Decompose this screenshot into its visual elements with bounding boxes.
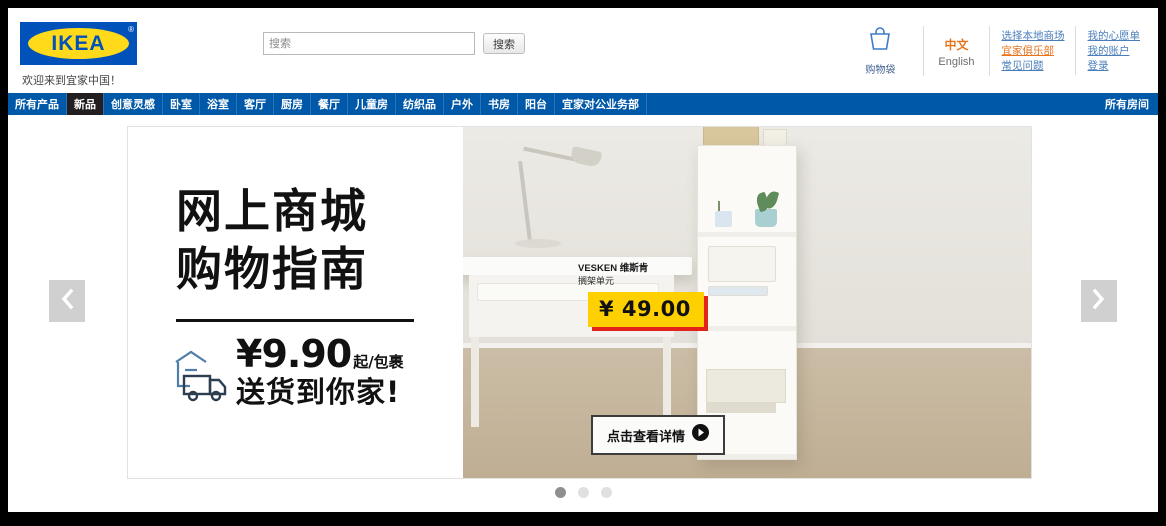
nav-item-inspiration[interactable]: 创意灵感 bbox=[104, 93, 163, 115]
hero-price-suffix: 起/包裹 bbox=[353, 353, 404, 371]
photo-magazine bbox=[708, 286, 768, 296]
site-header: IKEA ® 欢迎来到宜家中国！ 搜索 购物袋 中文 English bbox=[8, 8, 1158, 93]
shopping-bag-button[interactable]: 购物袋 bbox=[843, 26, 923, 76]
hero-price-block: ¥9.90 起/包裹 送货到你家! bbox=[236, 334, 404, 410]
nav-item-dining[interactable]: 餐厅 bbox=[311, 93, 348, 115]
hero-price-line: ¥9.90 起/包裹 bbox=[236, 334, 404, 374]
carousel-pagination bbox=[8, 487, 1158, 498]
photo-books-lower bbox=[706, 403, 776, 413]
nav-item-new[interactable]: 新品 bbox=[67, 93, 104, 115]
hero-divider bbox=[176, 319, 414, 322]
chevron-right-icon bbox=[1091, 288, 1107, 315]
link-faq[interactable]: 常见问题 bbox=[1002, 59, 1065, 74]
shopping-bag-label: 购物袋 bbox=[865, 65, 896, 76]
nav-item-bathroom[interactable]: 浴室 bbox=[200, 93, 237, 115]
carousel-dot-3[interactable] bbox=[600, 487, 612, 498]
language-english[interactable]: English bbox=[938, 54, 974, 70]
chevron-left-icon bbox=[59, 288, 75, 315]
play-arrow-icon bbox=[692, 424, 710, 446]
main-navigation: 所有产品 新品 创意灵感 卧室 浴室 客厅 厨房 餐厅 儿童房 纺织品 户外 书… bbox=[8, 93, 1158, 115]
photo-cup bbox=[715, 211, 732, 227]
logo-oval: IKEA bbox=[28, 28, 129, 59]
header-links-account: 我的心愿单 我的账户 登录 bbox=[1076, 26, 1151, 75]
shopping-bag-icon bbox=[866, 26, 894, 57]
search-button[interactable]: 搜索 bbox=[483, 33, 525, 54]
welcome-text: 欢迎来到宜家中国！ bbox=[22, 75, 121, 87]
product-label: VESKEN 维斯肯 搁架单元 bbox=[578, 262, 648, 288]
hero-shipping-info: ¥9.90 起/包裹 送货到你家! bbox=[170, 334, 404, 410]
photo-storage-box-1 bbox=[708, 246, 776, 282]
link-select-local-store[interactable]: 选择本地商场 bbox=[1002, 29, 1065, 44]
view-details-button[interactable]: 点击查看详情 bbox=[591, 415, 726, 455]
photo-lamp-base bbox=[515, 239, 561, 248]
language-switcher[interactable]: 中文 English bbox=[923, 26, 990, 76]
nav-item-kitchen[interactable]: 厨房 bbox=[274, 93, 311, 115]
hero-slide[interactable]: 网上商城 购物指南 ¥9.90 起/包裹 送货到你家! VESKEN 维斯肯 搁… bbox=[127, 126, 1032, 479]
hero-price-amount: ¥9.90 bbox=[236, 332, 352, 376]
photo-shelf-divider-2 bbox=[698, 326, 796, 331]
link-login[interactable]: 登录 bbox=[1088, 59, 1141, 74]
nav-item-business[interactable]: 宜家对公业务部 bbox=[555, 93, 647, 115]
nav-item-all-products[interactable]: 所有产品 bbox=[8, 93, 67, 115]
hero-product-photo: VESKEN 维斯肯 搁架单元 ¥ 49.00 点击查看详情 bbox=[463, 127, 1031, 478]
header-links-store: 选择本地商场 宜家俱乐部 常见问题 bbox=[990, 26, 1076, 75]
photo-plant-pot bbox=[755, 209, 777, 227]
nav-item-bedroom[interactable]: 卧室 bbox=[163, 93, 200, 115]
photo-shelf-divider-1 bbox=[698, 232, 796, 237]
nav-item-outdoor[interactable]: 户外 bbox=[444, 93, 481, 115]
photo-books bbox=[706, 369, 786, 403]
hero-heading-line1: 网上商城 bbox=[176, 184, 368, 238]
hero-delivery-text: 送货到你家! bbox=[236, 375, 401, 409]
product-name: VESKEN 维斯肯 bbox=[578, 263, 649, 274]
nav-item-study[interactable]: 书房 bbox=[481, 93, 518, 115]
nav-item-living-room[interactable]: 客厅 bbox=[237, 93, 274, 115]
carousel-prev-button[interactable] bbox=[49, 280, 85, 322]
product-price: ¥ 49.00 bbox=[599, 297, 691, 321]
photo-desk-leg-left bbox=[471, 337, 479, 427]
nav-item-kids-room[interactable]: 儿童房 bbox=[348, 93, 396, 115]
carousel-next-button[interactable] bbox=[1081, 280, 1117, 322]
hero-promo-panel: 网上商城 购物指南 ¥9.90 起/包裹 送货到你家! bbox=[128, 127, 463, 478]
link-my-account[interactable]: 我的账户 bbox=[1088, 44, 1141, 59]
nav-item-textiles[interactable]: 纺织品 bbox=[396, 93, 444, 115]
header-utility-area: 购物袋 中文 English 选择本地商场 宜家俱乐部 常见问题 我的心愿单 我… bbox=[843, 26, 1150, 82]
logo-wordmark: IKEA bbox=[51, 32, 106, 55]
link-my-wishlist[interactable]: 我的心愿单 bbox=[1088, 29, 1141, 44]
photo-desk-leg-right bbox=[663, 337, 671, 427]
view-details-label: 点击查看详情 bbox=[607, 428, 686, 444]
registered-trademark-icon: ® bbox=[128, 25, 134, 34]
nav-item-all-rooms[interactable]: 所有房间 bbox=[1096, 93, 1158, 115]
nav-item-balcony[interactable]: 阳台 bbox=[518, 93, 555, 115]
search-input[interactable] bbox=[263, 32, 475, 55]
hero-heading: 网上商城 购物指南 bbox=[176, 182, 368, 298]
hero-carousel: 网上商城 购物指南 ¥9.90 起/包裹 送货到你家! VESKEN 维斯肯 搁… bbox=[8, 115, 1158, 512]
search-area: 搜索 bbox=[263, 32, 525, 55]
carousel-dot-1[interactable] bbox=[554, 487, 566, 498]
link-ikea-club[interactable]: 宜家俱乐部 bbox=[1002, 44, 1065, 59]
ikea-logo[interactable]: IKEA ® bbox=[20, 22, 137, 65]
hero-heading-line2: 购物指南 bbox=[176, 242, 368, 296]
product-price-badge: ¥ 49.00 bbox=[588, 292, 704, 327]
carousel-dot-2[interactable] bbox=[577, 487, 589, 498]
product-subtitle: 搁架单元 bbox=[578, 276, 615, 286]
language-chinese[interactable]: 中文 bbox=[944, 37, 968, 54]
page-viewport: IKEA ® 欢迎来到宜家中国！ 搜索 购物袋 中文 English bbox=[8, 8, 1158, 512]
delivery-truck-icon bbox=[170, 346, 230, 409]
